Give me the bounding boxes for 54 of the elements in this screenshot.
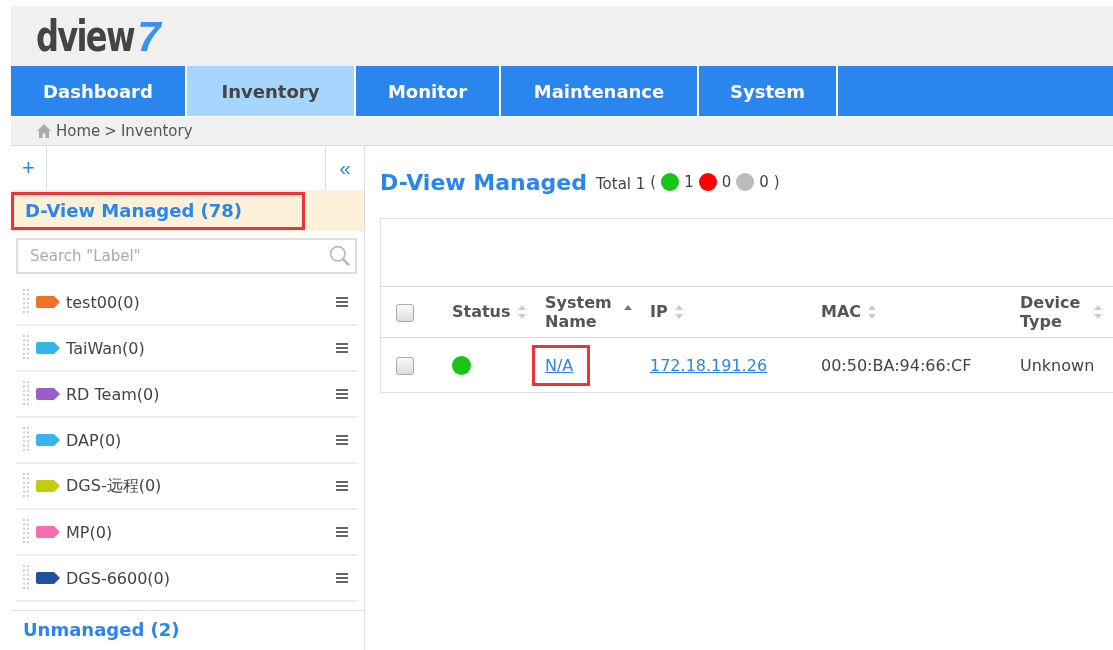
status-count: 1 [684, 173, 694, 191]
column-header[interactable]: Device Type [1020, 292, 1090, 332]
search-field[interactable]: Search "Label" [16, 238, 357, 274]
breadcrumb-link[interactable]: Home [56, 122, 101, 140]
label-item[interactable]: DAP(0) [16, 418, 358, 464]
menu-icon[interactable] [336, 526, 348, 538]
label-name: DGS-远程(0) [66, 475, 163, 497]
menu-icon[interactable] [336, 572, 348, 584]
menu-icon[interactable] [336, 434, 348, 446]
label-name: RD Team(0) [66, 384, 161, 404]
label-name: DGS-6600(0) [66, 568, 172, 588]
parenthesis: ) [773, 173, 780, 191]
system-name-link[interactable]: N/A [532, 344, 591, 386]
label-name: DAP(0) [66, 430, 123, 450]
parenthesis: ( [650, 173, 657, 191]
status-count: 0 [721, 173, 732, 191]
label-name: test00(0) [66, 292, 141, 312]
select-all-checkbox[interactable] [396, 303, 414, 322]
menu-icon[interactable] [336, 342, 348, 354]
breadcrumb-link[interactable]: Inventory [120, 122, 193, 140]
drag-handle-icon[interactable] [23, 473, 29, 499]
column-header[interactable]: IP [650, 302, 668, 322]
menu-icon[interactable] [336, 480, 348, 492]
row-checkbox[interactable] [396, 356, 414, 375]
drag-handle-icon[interactable] [23, 381, 29, 407]
label-item[interactable]: RD Team(0) [16, 372, 358, 418]
label-item[interactable]: DGS-远程(0) [16, 464, 358, 510]
menu-icon[interactable] [336, 388, 348, 400]
menu-icon[interactable] [336, 296, 348, 308]
label-item[interactable]: DGS-6600(0) [16, 556, 358, 602]
label-item[interactable]: MP(0) [16, 510, 358, 556]
drag-handle-icon[interactable] [23, 519, 29, 545]
ip-link[interactable]: 172.18.191.26 [650, 355, 768, 375]
label-name: TaiWan(0) [66, 338, 146, 358]
home-icon [36, 123, 52, 139]
page-title: D-View Managed [380, 169, 587, 195]
drag-handle-icon[interactable] [23, 335, 29, 361]
column-header[interactable]: Status [452, 302, 511, 322]
label-item[interactable]: TaiWan(0) [16, 326, 358, 372]
breadcrumb-separator: > [104, 122, 117, 140]
nav-tab[interactable]: Inventory [187, 66, 356, 116]
column-header[interactable]: MAC [821, 302, 862, 322]
search-icon [329, 245, 351, 267]
drag-handle-icon[interactable] [23, 289, 29, 315]
column-header[interactable]: System Name [545, 292, 617, 332]
label-item[interactable]: test00(0) [16, 280, 358, 326]
group-title[interactable]: Unmanaged (2) [23, 619, 180, 640]
drag-handle-icon[interactable] [23, 427, 29, 453]
table-cell: Unknown [1020, 355, 1095, 375]
label-name: MP(0) [66, 522, 114, 542]
status-count: 0 [759, 173, 769, 191]
total-count: Total 1 [595, 175, 646, 193]
drag-handle-icon[interactable] [23, 565, 29, 591]
table-cell: 00:50:BA:94:66:CF [821, 355, 972, 375]
